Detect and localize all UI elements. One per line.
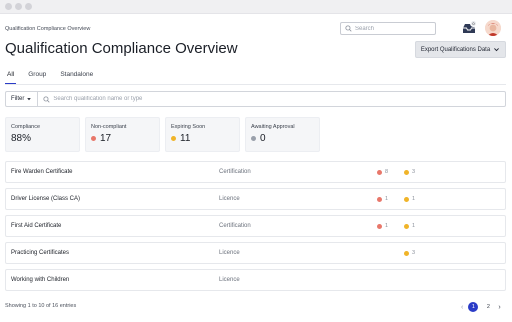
red-status-dot (377, 223, 382, 229)
caret-down-icon (27, 98, 32, 101)
breadcrumb: Qualification Compliance Overview (5, 26, 91, 32)
count-value: 3 (412, 250, 416, 256)
stat-card-awaiting-approval[interactable]: Awaiting Approval 0 (245, 117, 320, 152)
stat-value: 88% (11, 133, 32, 144)
table-row[interactable]: Working with Children Licence (5, 269, 506, 291)
qualification-type: Certification (219, 169, 251, 175)
chevron-down-icon (494, 48, 500, 52)
expiring-count: 3 (404, 250, 415, 256)
table-row[interactable]: First Aid Certificate Certification 1 1 (5, 215, 506, 237)
page-button-2[interactable]: 2 (483, 302, 493, 312)
non-compliant-count: 1 (377, 196, 388, 202)
red-status-dot (377, 169, 382, 175)
filter-button-label: Filter (11, 96, 25, 102)
amber-status-dot (404, 169, 409, 175)
tab-standalone[interactable]: Standalone (58, 70, 95, 84)
qualification-name[interactable]: First Aid Certificate (11, 223, 61, 229)
stat-card-expiring-soon[interactable]: Expiring Soon 11 (165, 117, 240, 152)
window-titlebar (0, 0, 512, 14)
count-value: 8 (385, 169, 389, 175)
count-value: 1 (385, 196, 389, 202)
qualification-type: Licence (219, 277, 240, 283)
qualification-name[interactable]: Working with Children (11, 277, 69, 283)
tab-bar: All Group Standalone (5, 70, 105, 84)
stat-label: Awaiting Approval (251, 124, 295, 130)
search-icon (43, 95, 50, 103)
inbox-badge: 0 (470, 20, 477, 27)
pagination-summary: Showing 1 to 10 of 16 entries (5, 303, 77, 309)
amber-status-dot (171, 136, 176, 141)
qualification-type: Licence (219, 196, 240, 202)
stat-label: Expiring Soon (171, 124, 206, 130)
amber-status-dot (404, 196, 409, 202)
qualification-name[interactable]: Fire Warden Certificate (11, 169, 72, 175)
grey-status-dot (251, 136, 256, 141)
amber-status-dot (404, 223, 409, 229)
red-status-dot (91, 136, 96, 141)
tab-divider (5, 84, 506, 85)
user-avatar-icon (485, 20, 501, 36)
count-value: 1 (385, 223, 389, 229)
chevron-left-icon[interactable]: ‹ (461, 304, 463, 311)
expiring-count: 3 (404, 169, 415, 175)
filter-button[interactable]: Filter (6, 92, 39, 106)
stat-card-non-compliant[interactable]: Non-compliant 17 (85, 117, 160, 152)
amber-status-dot (404, 250, 409, 256)
global-search[interactable] (340, 22, 436, 35)
count-value: 1 (412, 223, 416, 229)
stat-card-compliance: Compliance 88% (5, 117, 80, 152)
count-value: 1 (412, 196, 416, 202)
page-button-1[interactable]: 1 (468, 302, 479, 312)
qualification-type: Certification (219, 223, 251, 229)
qualification-type: Licence (219, 250, 240, 256)
inbox-button[interactable]: 0 (461, 20, 477, 36)
global-search-input[interactable] (355, 25, 435, 32)
count-value: 3 (412, 169, 416, 175)
tab-all[interactable]: All (5, 70, 17, 84)
stat-value: 11 (180, 133, 191, 144)
window-maximize-dot[interactable] (25, 3, 32, 10)
non-compliant-count: 8 (377, 169, 388, 175)
chevron-right-icon[interactable]: › (498, 304, 500, 311)
red-status-dot (377, 196, 382, 202)
table-row[interactable]: Fire Warden Certificate Certification 8 … (5, 161, 506, 183)
page-title: Qualification Compliance Overview (5, 40, 238, 57)
table-row[interactable]: Driver License (Class CA) Licence 1 1 (5, 188, 506, 210)
window-minimize-dot[interactable] (15, 3, 22, 10)
qualification-name[interactable]: Practicing Certificates (11, 250, 69, 256)
expiring-count: 1 (404, 196, 415, 202)
expiring-count: 1 (404, 223, 415, 229)
search-icon (345, 25, 352, 32)
stat-value: 0 (260, 133, 266, 144)
table-row[interactable]: Practicing Certificates Licence 3 (5, 242, 506, 264)
stat-label: Non-compliant (91, 124, 127, 130)
tab-group[interactable]: Group (26, 70, 48, 84)
filter-bar: Filter (5, 91, 506, 107)
non-compliant-count: 1 (377, 223, 388, 229)
qualification-search-input[interactable] (53, 96, 454, 102)
pagination: ‹ 1 2 › (461, 302, 501, 312)
export-qualifications-button[interactable]: Export Qualifications Data (415, 41, 506, 58)
stat-value: 17 (100, 133, 112, 144)
qualification-name[interactable]: Driver License (Class CA) (11, 196, 80, 202)
window-close-dot[interactable] (5, 3, 12, 10)
stat-label: Compliance (11, 124, 41, 130)
export-button-label: Export Qualifications Data (420, 46, 491, 53)
avatar[interactable] (485, 20, 501, 36)
